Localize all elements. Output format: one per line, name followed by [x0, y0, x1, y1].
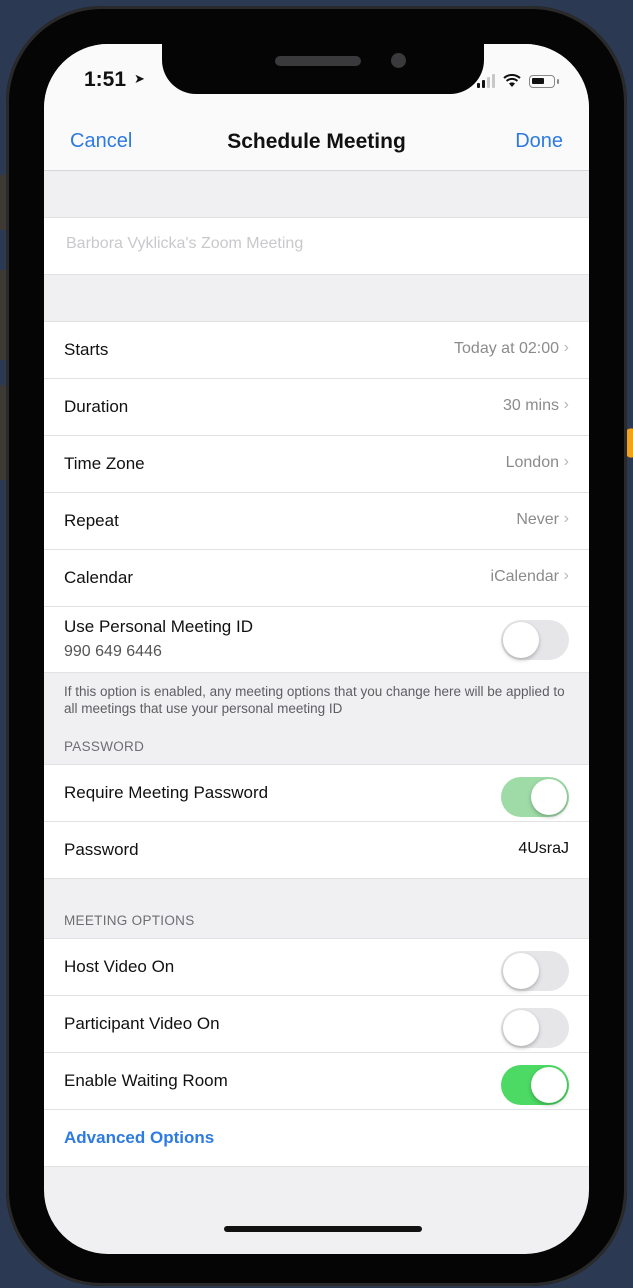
repeat-row[interactable]: Repeat Never ›: [44, 493, 589, 550]
password-row[interactable]: Password 4UsraJ: [44, 822, 589, 879]
phone-frame: 1:51 ➤ Cancel Schedule Meeting Done Barb…: [6, 6, 627, 1286]
personal-meeting-id-value: 990 649 6446: [64, 643, 162, 660]
password-value: 4UsraJ: [518, 840, 569, 857]
toggle-knob: [531, 1067, 567, 1103]
toggle-knob: [503, 1010, 539, 1046]
front-camera: [391, 53, 406, 68]
advanced-options-link[interactable]: Advanced Options: [64, 1128, 214, 1148]
chevron-right-icon: ›: [563, 396, 569, 413]
section-gap: [44, 879, 589, 899]
calendar-label: Calendar: [64, 568, 133, 587]
location-arrow-icon: ➤: [134, 71, 145, 86]
password-label: Password: [64, 840, 139, 859]
speaker: [275, 56, 361, 66]
repeat-value: Never: [516, 511, 559, 528]
waiting-room-row: Enable Waiting Room: [44, 1053, 589, 1110]
meeting-options-header-label: MEETING OPTIONS: [64, 913, 195, 928]
meeting-topic-input[interactable]: [64, 234, 558, 254]
duration-value: 30 mins: [502, 397, 559, 414]
participant-video-toggle[interactable]: [501, 1008, 569, 1048]
host-video-toggle[interactable]: [501, 951, 569, 991]
wifi-icon: [503, 74, 521, 87]
password-section-header: PASSWORD: [44, 725, 589, 765]
calendar-row[interactable]: Calendar iCalendar ›: [44, 550, 589, 607]
chevron-right-icon: ›: [563, 567, 569, 584]
starts-value: Today at 02:00: [454, 340, 559, 357]
participant-video-label: Participant Video On: [64, 1014, 220, 1033]
section-gap: [44, 171, 589, 218]
personal-meeting-id-label: Use Personal Meeting ID: [64, 617, 253, 636]
meeting-topic-row: [44, 218, 589, 275]
settings-list: Starts Today at 02:00 › Duration 30 mins…: [44, 171, 589, 1167]
navigation-bar: Cancel Schedule Meeting Done: [44, 120, 589, 171]
require-password-row: Require Meeting Password: [44, 765, 589, 822]
advanced-options-row[interactable]: Advanced Options: [44, 1110, 589, 1167]
status-icons: [477, 74, 559, 88]
host-video-row: Host Video On: [44, 939, 589, 996]
notch: [162, 44, 484, 94]
chevron-right-icon: ›: [563, 339, 569, 356]
chevron-right-icon: ›: [563, 453, 569, 470]
phone-screen: 1:51 ➤ Cancel Schedule Meeting Done Barb…: [44, 44, 589, 1254]
toggle-knob: [531, 779, 567, 815]
duration-row[interactable]: Duration 30 mins ›: [44, 379, 589, 436]
done-button[interactable]: Done: [515, 130, 563, 153]
starts-label: Starts: [64, 340, 109, 359]
personal-id-note: If this option is enabled, any meeting o…: [44, 673, 589, 725]
page-title: Schedule Meeting: [227, 130, 406, 153]
calendar-value: iCalendar: [490, 568, 559, 585]
chevron-right-icon: ›: [563, 510, 569, 527]
status-time: 1:51: [84, 68, 127, 91]
repeat-label: Repeat: [64, 511, 119, 530]
section-gap: [44, 275, 589, 322]
starts-row[interactable]: Starts Today at 02:00 ›: [44, 322, 589, 379]
password-header-label: PASSWORD: [64, 739, 145, 754]
participant-video-row: Participant Video On: [44, 996, 589, 1053]
duration-label: Duration: [64, 397, 129, 416]
home-indicator: [224, 1226, 422, 1232]
require-password-toggle[interactable]: [501, 777, 569, 817]
waiting-room-label: Enable Waiting Room: [64, 1071, 228, 1090]
require-password-label: Require Meeting Password: [64, 783, 269, 802]
time-zone-value: London: [505, 454, 559, 471]
host-video-label: Host Video On: [64, 957, 175, 976]
time-zone-label: Time Zone: [64, 454, 145, 473]
personal-meeting-id-toggle[interactable]: [501, 620, 569, 660]
meeting-options-header: MEETING OPTIONS: [44, 899, 589, 939]
battery-icon: [529, 74, 559, 88]
toggle-knob: [503, 953, 539, 989]
toggle-knob: [503, 622, 539, 658]
time-zone-row[interactable]: Time Zone London ›: [44, 436, 589, 493]
waiting-room-toggle[interactable]: [501, 1065, 569, 1105]
personal-meeting-id-row: Use Personal Meeting ID 990 649 6446: [44, 607, 589, 673]
